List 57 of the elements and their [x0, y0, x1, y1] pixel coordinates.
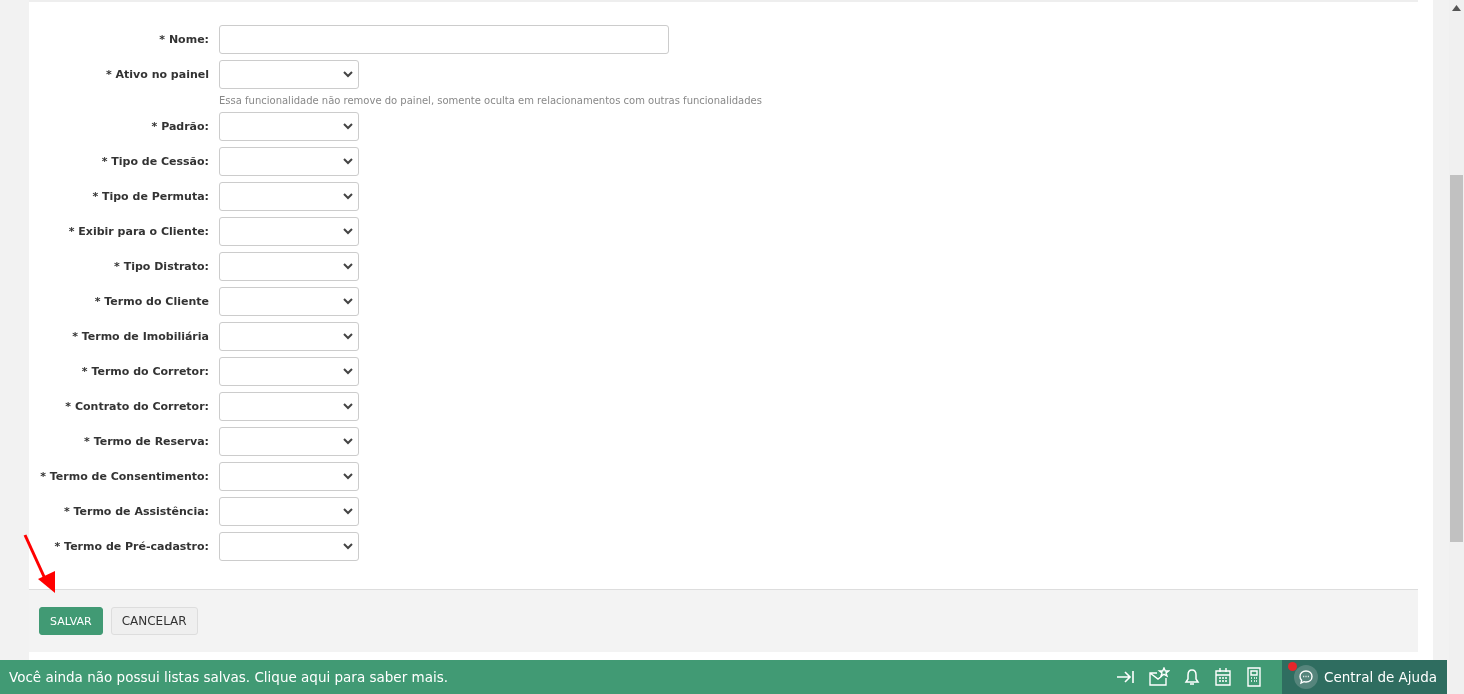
chat-bubble-icon [1294, 665, 1318, 689]
dropdown-field[interactable] [219, 462, 359, 491]
dropdown-field[interactable] [219, 322, 359, 351]
field-label: * Contrato do Corretor: [64, 399, 210, 415]
text-input-field[interactable] [219, 25, 669, 54]
chevron-down-icon [343, 158, 353, 165]
envelope-star-icon[interactable] [1148, 667, 1170, 687]
chevron-down-icon [343, 298, 353, 305]
chevron-down-icon [343, 228, 353, 235]
dropdown-field[interactable] [219, 427, 359, 456]
field-label: * Nome: [158, 32, 210, 48]
chevron-down-icon [343, 368, 353, 375]
dropdown-field[interactable] [219, 392, 359, 421]
bell-icon[interactable] [1184, 668, 1200, 686]
field-label: * Padrão: [150, 119, 210, 135]
chevron-down-icon [343, 438, 353, 445]
chevron-down-icon [343, 473, 353, 480]
field-label: * Exibir para o Cliente: [67, 224, 210, 240]
save-button[interactable]: SALVAR [39, 607, 103, 635]
field-label: * Tipo de Permuta: [91, 189, 210, 205]
dropdown-field[interactable] [219, 217, 359, 246]
dropdown-field[interactable] [219, 497, 359, 526]
scrollbar-thumb[interactable] [1450, 175, 1463, 542]
chevron-down-icon [343, 123, 353, 130]
collapse-right-icon[interactable] [1116, 670, 1134, 684]
field-label: * Termo de Pré-cadastro: [53, 539, 210, 555]
dropdown-field[interactable] [219, 532, 359, 561]
field-label: * Termo do Cliente [93, 294, 210, 310]
scroll-up-icon[interactable] [1452, 5, 1461, 11]
cancel-button[interactable]: CANCELAR [110, 607, 198, 635]
dropdown-field[interactable] [219, 60, 359, 89]
saved-lists-message[interactable]: Você ainda não possui listas salvas. Clique aqui para saber mais. [0, 669, 1116, 685]
chevron-down-icon [343, 508, 353, 515]
field-label: * Ativo no painel [104, 67, 210, 83]
field-label: * Termo de Assistência: [62, 504, 210, 520]
help-center-button[interactable]: Central de Ajuda [1282, 660, 1447, 694]
calendar-icon[interactable] [1214, 667, 1232, 687]
chevron-down-icon [343, 193, 353, 200]
dropdown-field[interactable] [219, 357, 359, 386]
field-label: * Termo do Corretor: [80, 364, 210, 380]
field-label: * Tipo de Cessão: [100, 154, 210, 170]
dropdown-field[interactable] [219, 112, 359, 141]
dropdown-field[interactable] [219, 252, 359, 281]
field-label: * Termo de Consentimento: [39, 469, 210, 485]
chevron-down-icon [343, 71, 353, 78]
dropdown-field[interactable] [219, 182, 359, 211]
field-label: * Tipo Distrato: [113, 259, 210, 275]
field-hint: Essa funcionalidade não remove do painel, somente oculta em relacionamentos com outras funcionalidades [219, 95, 762, 106]
dropdown-field[interactable] [219, 147, 359, 176]
chevron-down-icon [343, 333, 353, 340]
calculator-icon[interactable] [1246, 667, 1262, 687]
chevron-down-icon [343, 263, 353, 270]
chevron-down-icon [343, 543, 353, 550]
field-label: * Termo de Reserva: [83, 434, 210, 450]
dropdown-field[interactable] [219, 287, 359, 316]
field-label: * Termo de Imobiliária [71, 329, 210, 345]
chevron-down-icon [343, 403, 353, 410]
